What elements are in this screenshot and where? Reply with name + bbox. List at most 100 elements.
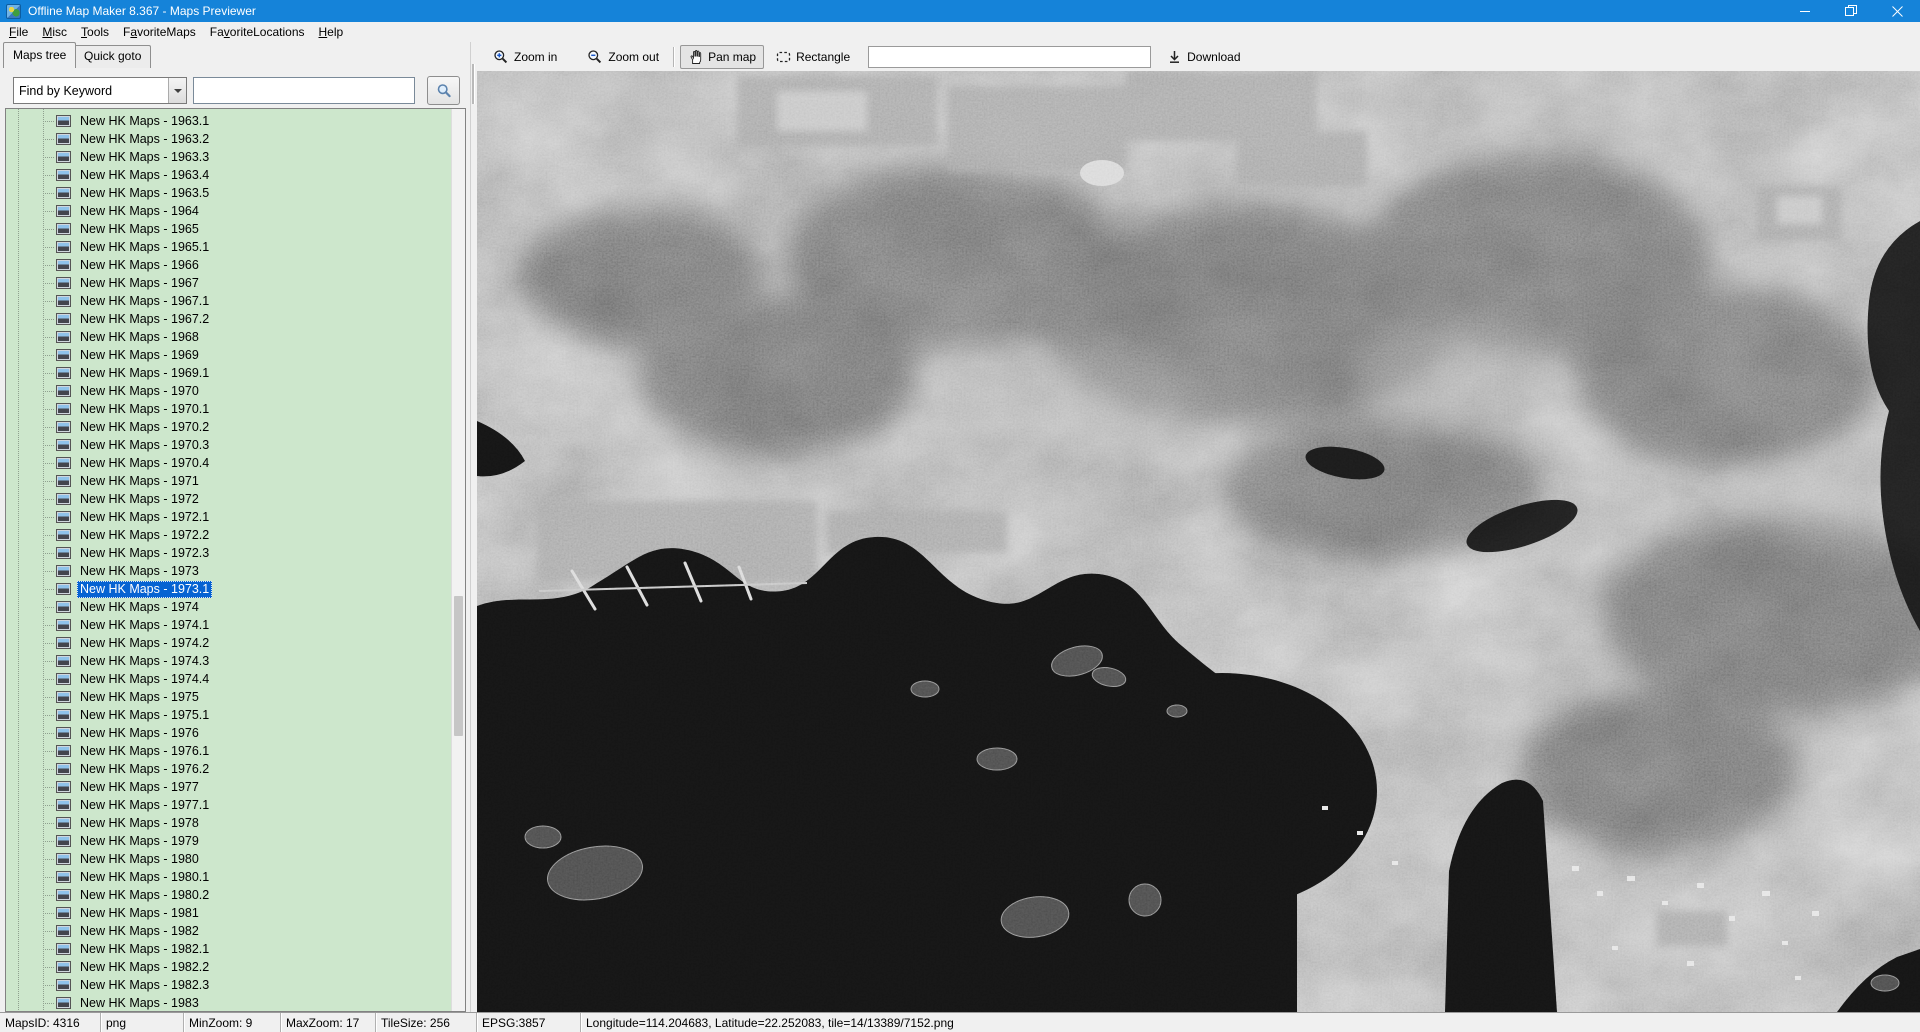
tree-item[interactable]: New HK Maps - 1963.4 xyxy=(6,166,451,184)
download-button[interactable]: Download xyxy=(1159,45,1248,69)
tree-item-label: New HK Maps - 1974.1 xyxy=(77,617,212,634)
menu-item-misc[interactable]: Misc xyxy=(35,23,74,41)
tree-item[interactable]: New HK Maps - 1982.1 xyxy=(6,940,451,958)
tree-item[interactable]: New HK Maps - 1967.1 xyxy=(6,292,451,310)
tree-item[interactable]: New HK Maps - 1981 xyxy=(6,904,451,922)
tree-item[interactable]: New HK Maps - 1970.1 xyxy=(6,400,451,418)
menu-item-tools[interactable]: Tools xyxy=(74,23,116,41)
rectangle-button[interactable]: Rectangle xyxy=(768,46,858,68)
tree-item[interactable]: New HK Maps - 1970.4 xyxy=(6,454,451,472)
tree-item[interactable]: New HK Maps - 1964 xyxy=(6,202,451,220)
tree-item[interactable]: New HK Maps - 1978 xyxy=(6,814,451,832)
tree-item[interactable]: New HK Maps - 1980.2 xyxy=(6,886,451,904)
map-thumbnail-icon xyxy=(56,565,71,577)
tree-item[interactable]: New HK Maps - 1980.1 xyxy=(6,868,451,886)
tree-item[interactable]: New HK Maps - 1969.1 xyxy=(6,364,451,382)
zoom-in-button[interactable]: Zoom in xyxy=(485,45,565,69)
tree-item[interactable]: New HK Maps - 1970 xyxy=(6,382,451,400)
tree-item[interactable]: New HK Maps - 1973 xyxy=(6,562,451,580)
tab-maps-tree[interactable]: Maps tree xyxy=(3,42,76,68)
tree-item[interactable]: New HK Maps - 1976 xyxy=(6,724,451,742)
tree-item[interactable]: New HK Maps - 1975 xyxy=(6,688,451,706)
map-thumbnail-icon xyxy=(56,133,71,145)
tree-item[interactable]: New HK Maps - 1983 xyxy=(6,994,451,1011)
menu-item-file[interactable]: File xyxy=(2,23,35,41)
tree-connector-line xyxy=(43,661,55,662)
tree-item-label: New HK Maps - 1967.1 xyxy=(77,293,212,310)
tree-item[interactable]: New HK Maps - 1965.1 xyxy=(6,238,451,256)
tree-item[interactable]: New HK Maps - 1980 xyxy=(6,850,451,868)
tree-item[interactable]: New HK Maps - 1963.2 xyxy=(6,130,451,148)
tree-item-label: New HK Maps - 1978 xyxy=(77,815,202,832)
tree-item[interactable]: New HK Maps - 1968 xyxy=(6,328,451,346)
tree-item[interactable]: New HK Maps - 1966 xyxy=(6,256,451,274)
map-thumbnail-icon xyxy=(56,223,71,235)
find-mode-dropdown[interactable]: Find by Keyword xyxy=(13,77,187,104)
zoom-out-button[interactable]: Zoom out xyxy=(579,45,667,69)
tree-item[interactable]: New HK Maps - 1972 xyxy=(6,490,451,508)
tree-item[interactable]: New HK Maps - 1972.1 xyxy=(6,508,451,526)
tree-item-label: New HK Maps - 1973.1 xyxy=(77,581,212,598)
tree-item[interactable]: New HK Maps - 1963.5 xyxy=(6,184,451,202)
tab-quick-goto[interactable]: Quick goto xyxy=(74,45,151,68)
tree-item[interactable]: New HK Maps - 1965 xyxy=(6,220,451,238)
map-thumbnail-icon xyxy=(56,331,71,343)
menu-item-help[interactable]: Help xyxy=(312,23,351,41)
map-thumbnail-icon xyxy=(56,403,71,415)
tree-item[interactable]: New HK Maps - 1974.3 xyxy=(6,652,451,670)
tree-scrollbar-thumb[interactable] xyxy=(454,596,463,736)
tree-item-label: New HK Maps - 1963.4 xyxy=(77,167,212,184)
restore-button[interactable] xyxy=(1828,0,1874,22)
dropdown-arrow-button[interactable] xyxy=(168,78,186,103)
tree-item[interactable]: New HK Maps - 1976.1 xyxy=(6,742,451,760)
tree-item[interactable]: New HK Maps - 1963.1 xyxy=(6,112,451,130)
tree-scrollbar[interactable] xyxy=(451,109,465,1011)
tree-connector-line xyxy=(43,625,55,626)
minimize-button[interactable] xyxy=(1782,0,1828,22)
tree-item-label: New HK Maps - 1976.2 xyxy=(77,761,212,778)
map-thumbnail-icon xyxy=(56,367,71,379)
menu-item-favoritelocations[interactable]: FavoriteLocations xyxy=(203,23,312,41)
tree-item[interactable]: New HK Maps - 1971 xyxy=(6,472,451,490)
map-thumbnail-icon xyxy=(56,799,71,811)
tree-item-label: New HK Maps - 1975 xyxy=(77,689,202,706)
toolbar-input[interactable] xyxy=(868,46,1151,68)
map-thumbnail-icon xyxy=(56,979,71,991)
tree-item[interactable]: New HK Maps - 1974.4 xyxy=(6,670,451,688)
map-thumbnail-icon xyxy=(56,277,71,289)
panel-splitter[interactable] xyxy=(472,64,474,104)
tree-item[interactable]: New HK Maps - 1972.2 xyxy=(6,526,451,544)
tree-item[interactable]: New HK Maps - 1970.3 xyxy=(6,436,451,454)
tree-item[interactable]: New HK Maps - 1982.3 xyxy=(6,976,451,994)
tree-item[interactable]: New HK Maps - 1975.1 xyxy=(6,706,451,724)
map-viewport[interactable] xyxy=(477,71,1920,1012)
tree-item[interactable]: New HK Maps - 1972.3 xyxy=(6,544,451,562)
tree-item[interactable]: New HK Maps - 1977.1 xyxy=(6,796,451,814)
tree-item[interactable]: New HK Maps - 1982 xyxy=(6,922,451,940)
tree-item[interactable]: New HK Maps - 1976.2 xyxy=(6,760,451,778)
tree-item[interactable]: New HK Maps - 1974 xyxy=(6,598,451,616)
tree-item[interactable]: New HK Maps - 1967.2 xyxy=(6,310,451,328)
tree-item[interactable]: New HK Maps - 1969 xyxy=(6,346,451,364)
close-button[interactable] xyxy=(1874,0,1920,22)
search-button[interactable] xyxy=(427,76,460,105)
tree-item[interactable]: New HK Maps - 1967 xyxy=(6,274,451,292)
tree-item[interactable]: New HK Maps - 1974.2 xyxy=(6,634,451,652)
tree-item[interactable]: New HK Maps - 1974.1 xyxy=(6,616,451,634)
pan-map-button[interactable]: Pan map xyxy=(680,45,764,69)
status-tile-size: TileSize: 256 xyxy=(376,1013,477,1032)
close-icon xyxy=(1892,6,1903,17)
map-area: Zoom in Zoom out Pan map xyxy=(471,42,1920,1012)
tree-connector-line xyxy=(43,355,55,356)
status-coordinates: Longitude=114.204683, Latitude=22.252083… xyxy=(581,1013,1920,1032)
menu-item-favoritemaps[interactable]: FavoriteMaps xyxy=(116,23,203,41)
tree-item[interactable]: New HK Maps - 1973.1 xyxy=(6,580,451,598)
tree-item-label: New HK Maps - 1972 xyxy=(77,491,202,508)
tree-connector-line xyxy=(43,445,55,446)
tree-item[interactable]: New HK Maps - 1963.3 xyxy=(6,148,451,166)
tree-item[interactable]: New HK Maps - 1982.2 xyxy=(6,958,451,976)
search-input[interactable] xyxy=(193,77,415,104)
tree-item[interactable]: New HK Maps - 1970.2 xyxy=(6,418,451,436)
tree-item[interactable]: New HK Maps - 1977 xyxy=(6,778,451,796)
tree-item[interactable]: New HK Maps - 1979 xyxy=(6,832,451,850)
